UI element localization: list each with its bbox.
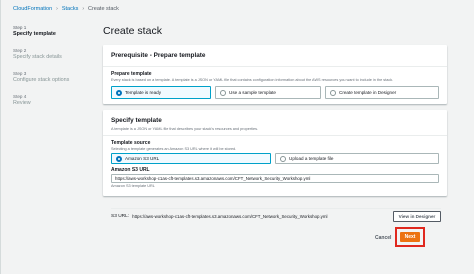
radio-icon — [220, 89, 226, 96]
step-review: Step 4 Review — [13, 94, 99, 107]
breadcrumb-cloudformation[interactable]: CloudFormation — [13, 6, 52, 12]
s3-url-label: S3 URL: — [111, 214, 130, 219]
template-source-label: Template source — [111, 140, 151, 146]
step-specify-stack-details: Step 2 Specify stack details — [13, 48, 99, 61]
s3-url-input[interactable]: https://aws-workshop-c1as-cft-templates.… — [111, 174, 439, 183]
specify-template-description: A template is a JSON or YAML file that d… — [111, 127, 259, 131]
radio-icon — [280, 155, 286, 162]
chevron-right-icon: › — [56, 6, 58, 12]
option-label: Upload a template file — [289, 156, 334, 161]
breadcrumb: CloudFormation › Stacks › Create stack — [13, 6, 119, 12]
radio-icon — [330, 89, 336, 96]
prerequisite-panel: Prerequisite - Prepare template Prepare … — [103, 45, 447, 104]
wizard-steps: Step 1 Specify template Step 2 Specify s… — [13, 25, 99, 117]
specify-template-header: Specify template — [111, 117, 162, 124]
step-title: Configure stack options — [13, 77, 70, 83]
s3-url-row: S3 URL: https://aws-workshop-c1as-cft-te… — [111, 208, 441, 222]
option-label: Amazon S3 URL — [125, 156, 160, 161]
step-title: Specify stack details — [13, 54, 62, 60]
option-label: Use a sample template — [229, 90, 276, 95]
template-source-description: Selecting a template generates an Amazon… — [111, 147, 237, 151]
page-title: Create stack — [103, 25, 162, 37]
s3-url-value: https://aws-workshop-c1as-cft-templates.… — [132, 214, 328, 219]
view-in-designer-button[interactable]: View in Designer — [393, 211, 441, 222]
prepare-template-label: Prepare template — [111, 71, 152, 77]
chevron-right-icon: › — [82, 6, 84, 12]
option-create-in-designer[interactable]: Create template in Designer — [325, 86, 439, 99]
option-label: Create template in Designer — [339, 90, 397, 95]
option-label: Template is ready — [125, 90, 162, 95]
radio-selected-icon — [116, 89, 122, 96]
option-amazon-s3-url[interactable]: Amazon S3 URL — [111, 153, 271, 164]
option-sample-template[interactable]: Use a sample template — [215, 86, 321, 99]
step-title: Review — [13, 100, 31, 106]
next-highlight-box — [395, 227, 425, 247]
step-configure-stack-options: Step 3 Configure stack options — [13, 71, 99, 84]
option-template-ready[interactable]: Template is ready — [111, 86, 211, 99]
s3-url-hint: Amazon S3 template URL — [111, 184, 155, 188]
specify-template-panel: Specify template A template is a JSON or… — [103, 110, 447, 196]
console-frame: CloudFormation › Stacks › Create stack S… — [0, 0, 474, 274]
cancel-button[interactable]: Cancel — [375, 235, 391, 241]
step-specify-template[interactable]: Step 1 Specify template — [13, 25, 99, 38]
prepare-template-description: Every stack is based on a template. A te… — [111, 78, 394, 82]
option-upload-template-file[interactable]: Upload a template file — [275, 153, 439, 164]
prerequisite-header: Prerequisite - Prepare template — [103, 45, 447, 67]
breadcrumb-create-stack: Create stack — [88, 6, 119, 12]
amazon-s3-url-label: Amazon S3 URL — [111, 167, 150, 173]
step-title: Specify template — [13, 31, 56, 37]
radio-selected-icon — [116, 155, 122, 162]
breadcrumb-stacks[interactable]: Stacks — [62, 6, 79, 12]
